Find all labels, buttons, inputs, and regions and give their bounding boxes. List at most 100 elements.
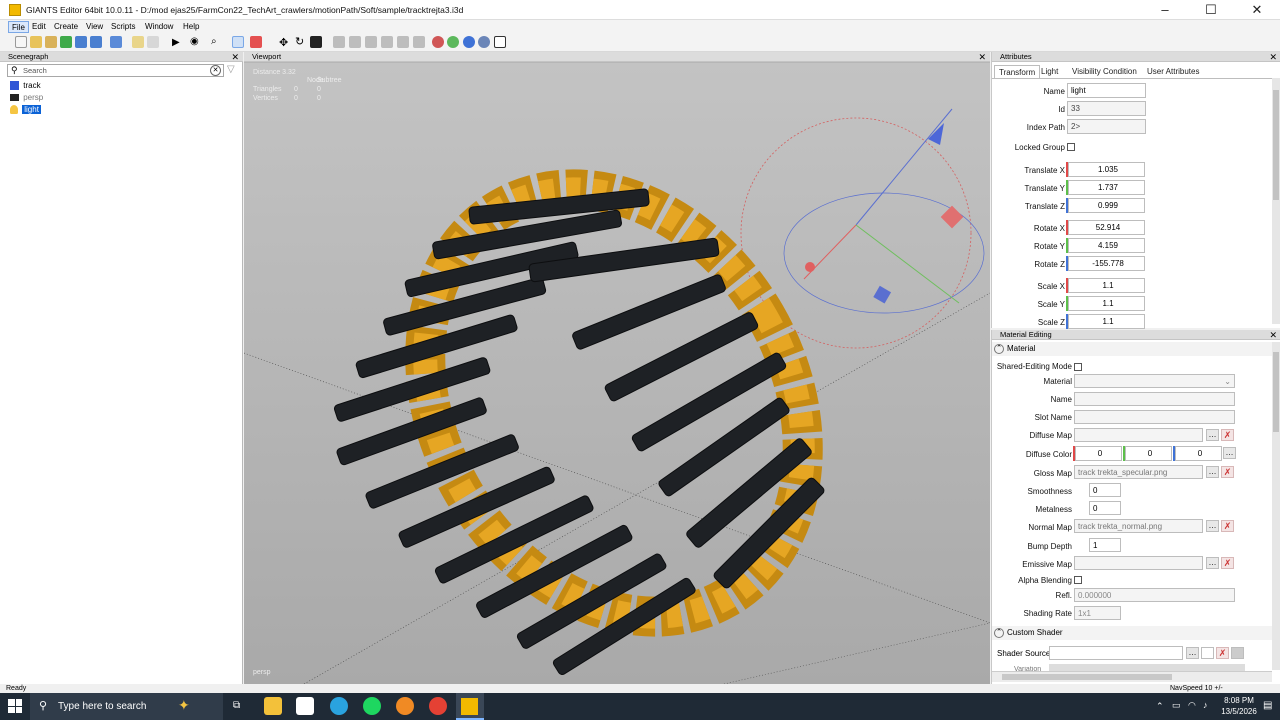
shader-source-field[interactable] bbox=[1049, 646, 1183, 660]
diffuse-r-field[interactable]: 0 bbox=[1075, 446, 1122, 461]
save-as-icon[interactable] bbox=[90, 36, 102, 48]
tab-visibility-condition[interactable]: Visibility Condition bbox=[1068, 65, 1141, 78]
menu-create[interactable]: Create bbox=[51, 21, 81, 33]
clock-time[interactable]: 8:08 PM bbox=[1221, 696, 1257, 705]
transform-value-field[interactable]: -155.778 bbox=[1068, 256, 1145, 271]
edit-icon[interactable] bbox=[45, 36, 57, 48]
custom-shader-section-header[interactable]: ⌃ Custom Shader bbox=[992, 626, 1272, 640]
close-icon[interactable]: ✕ bbox=[1269, 330, 1277, 340]
collapse-icon[interactable]: ⌃ bbox=[994, 628, 1004, 638]
zoom-icon[interactable]: ⌕ bbox=[211, 36, 217, 47]
snap-icon-6[interactable] bbox=[413, 36, 425, 48]
browse-button[interactable]: … bbox=[1206, 557, 1219, 569]
menu-file[interactable]: File bbox=[8, 21, 29, 33]
select-tool-icon[interactable] bbox=[232, 36, 244, 48]
snap-icon-4[interactable] bbox=[381, 36, 393, 48]
menu-edit[interactable]: Edit bbox=[29, 21, 49, 33]
material-dropdown[interactable]: ⌄ bbox=[1074, 374, 1235, 388]
shader-options-button[interactable] bbox=[1231, 647, 1244, 659]
chrome-icon[interactable] bbox=[429, 697, 447, 715]
scrollbar-thumb[interactable] bbox=[1273, 352, 1279, 432]
new-file-icon[interactable] bbox=[15, 36, 27, 48]
wifi-icon[interactable]: ◠ bbox=[1188, 700, 1196, 711]
telegram-icon[interactable] bbox=[330, 697, 348, 715]
clear-map-button[interactable]: ✗ bbox=[1221, 520, 1234, 532]
clear-map-button[interactable]: ✗ bbox=[1221, 557, 1234, 569]
transform-value-field[interactable]: 52.914 bbox=[1068, 220, 1145, 235]
menu-window[interactable]: Window bbox=[142, 21, 176, 33]
spotify-icon[interactable] bbox=[363, 697, 381, 715]
volume-icon[interactable]: ♪ bbox=[1203, 700, 1208, 710]
file-explorer-icon[interactable] bbox=[264, 697, 282, 715]
bump-depth-field[interactable]: 1 bbox=[1089, 538, 1121, 552]
minimize-button[interactable]: – bbox=[1142, 0, 1188, 20]
close-window-button[interactable]: ✕ bbox=[1234, 0, 1280, 20]
play-icon[interactable]: ▶ bbox=[172, 37, 180, 48]
browse-button[interactable]: … bbox=[1206, 520, 1219, 532]
browse-button[interactable]: … bbox=[1206, 466, 1219, 478]
maximize-button[interactable]: ☐ bbox=[1188, 0, 1234, 20]
redo-icon[interactable] bbox=[147, 36, 159, 48]
browse-button[interactable]: … bbox=[1206, 429, 1219, 441]
close-icon[interactable]: ✕ bbox=[231, 52, 239, 62]
horizontal-scrollbar[interactable] bbox=[992, 671, 1272, 682]
transform-value-field[interactable]: 4.159 bbox=[1068, 238, 1145, 253]
clock-date[interactable]: 13/5/2026 bbox=[1218, 707, 1260, 716]
snap-icon-5[interactable] bbox=[397, 36, 409, 48]
diffuse-g-field[interactable]: 0 bbox=[1125, 446, 1172, 461]
name-field[interactable]: light bbox=[1067, 83, 1146, 98]
reload-icon[interactable] bbox=[60, 36, 72, 48]
move-tool-icon[interactable]: ✥ bbox=[279, 36, 288, 49]
scrollbar-thumb[interactable] bbox=[1002, 674, 1172, 680]
slot-name-field[interactable] bbox=[1074, 410, 1235, 424]
smoothness-field[interactable]: 0 bbox=[1089, 483, 1121, 497]
material-scrollbar[interactable] bbox=[1272, 342, 1280, 670]
undo-icon[interactable] bbox=[132, 36, 144, 48]
tree-item-light[interactable]: light bbox=[10, 104, 41, 116]
tray-chevron-icon[interactable]: ⌃ bbox=[1156, 701, 1164, 712]
import-icon[interactable] bbox=[110, 36, 122, 48]
menu-view[interactable]: View bbox=[83, 21, 106, 33]
select-region-icon[interactable] bbox=[250, 36, 262, 48]
blender-icon[interactable] bbox=[396, 697, 414, 715]
transform-value-field[interactable]: 1.1 bbox=[1068, 296, 1145, 311]
clear-search-icon[interactable]: ✕ bbox=[210, 65, 221, 76]
snap-icon-2[interactable] bbox=[349, 36, 361, 48]
material-name-field[interactable] bbox=[1074, 392, 1235, 406]
material-icon[interactable] bbox=[432, 36, 444, 48]
gizmo-handle[interactable] bbox=[805, 262, 815, 272]
gloss-map-field[interactable]: track trekta_specular.png bbox=[1074, 465, 1203, 479]
viewport-canvas[interactable] bbox=[244, 63, 990, 684]
store-icon[interactable] bbox=[296, 697, 314, 715]
tree-item-persp[interactable]: persp bbox=[10, 92, 43, 104]
menu-help[interactable]: Help bbox=[180, 21, 202, 33]
rotate-tool-icon[interactable]: ↻ bbox=[295, 35, 304, 48]
color-picker-button[interactable]: … bbox=[1223, 447, 1236, 459]
screenshot-icon[interactable] bbox=[494, 36, 506, 48]
transform-value-field[interactable]: 1.737 bbox=[1068, 180, 1145, 195]
normal-map-field[interactable]: track trekta_normal.png bbox=[1074, 519, 1203, 533]
network-icon[interactable]: ▭ bbox=[1172, 700, 1181, 711]
search-input[interactable]: ⚲ Search ✕ bbox=[7, 64, 224, 77]
filter-icon[interactable]: ▽ bbox=[227, 64, 239, 77]
windows-start-icon[interactable] bbox=[8, 699, 22, 713]
notification-icon[interactable]: ▤ bbox=[1263, 700, 1272, 711]
browse-button[interactable]: … bbox=[1186, 647, 1199, 659]
refl-field[interactable]: 0.000000 bbox=[1074, 588, 1235, 602]
menu-scripts[interactable]: Scripts bbox=[108, 21, 138, 33]
emissive-map-field[interactable] bbox=[1074, 556, 1203, 570]
giants-editor-taskbar-button[interactable] bbox=[456, 693, 484, 720]
globe-icon[interactable] bbox=[463, 36, 475, 48]
tab-user-attributes[interactable]: User Attributes bbox=[1143, 65, 1203, 78]
close-icon[interactable]: ✕ bbox=[1269, 52, 1277, 62]
save-icon[interactable] bbox=[75, 36, 87, 48]
clear-shader-button[interactable]: ✗ bbox=[1216, 647, 1229, 659]
metalness-field[interactable]: 0 bbox=[1089, 501, 1121, 515]
eye-icon[interactable]: ◉ bbox=[190, 36, 199, 47]
diffuse-b-field[interactable]: 0 bbox=[1175, 446, 1222, 461]
collapse-icon[interactable]: ⌃ bbox=[994, 344, 1004, 354]
clear-map-button[interactable]: ✗ bbox=[1221, 466, 1234, 478]
tree-item-track[interactable]: track bbox=[10, 80, 41, 92]
alpha-blending-checkbox[interactable] bbox=[1074, 576, 1082, 584]
locked-group-checkbox[interactable] bbox=[1067, 143, 1075, 151]
